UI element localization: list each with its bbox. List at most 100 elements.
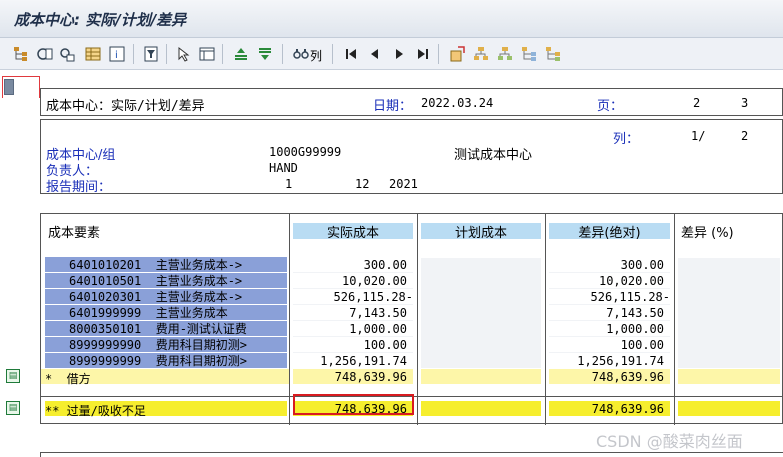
report-title: 成本中心：实际/计划/差异 <box>46 99 205 114</box>
prev-page-icon[interactable] <box>366 45 384 63</box>
sort-up-icon[interactable] <box>232 45 250 63</box>
actual-cost-cell[interactable]: 100.00 <box>293 337 413 352</box>
debit-row-label[interactable]: * 借方 <box>45 370 91 387</box>
total-row-label[interactable]: ** 过量/吸收不足 <box>45 402 146 419</box>
date-value: 2022.03.24 <box>421 96 494 110</box>
table-row-label[interactable]: 6401999999 主营业务成本 <box>45 305 287 320</box>
export-icon[interactable] <box>448 45 466 63</box>
cost-center-value: 1000G99999 <box>269 145 342 159</box>
cost-element-code: 8999999999 <box>69 353 142 368</box>
cost-element-name: 费用科目期初测> <box>155 354 247 368</box>
table-row-label[interactable]: 6401010201 主营业务成本-> <box>45 257 287 272</box>
tree3-icon[interactable] <box>520 45 538 63</box>
columns-icon[interactable] <box>292 45 310 63</box>
actual-cost-cell[interactable]: 7,143.50 <box>293 305 413 320</box>
page-label: 页： <box>597 99 624 114</box>
total-row-bg <box>678 401 780 416</box>
layout-icon[interactable] <box>198 45 216 63</box>
column-divider <box>417 214 418 425</box>
table-row-label[interactable]: 8999999990 费用科目期初测> <box>45 337 287 352</box>
period-label: 报告期间： <box>46 180 112 195</box>
column-divider <box>289 214 290 425</box>
window-title-bar: 成本中心: 实际/计划/差异 <box>0 0 783 38</box>
subtotal-icon[interactable]: ▤ <box>6 369 20 383</box>
hierarchy-icon[interactable] <box>12 45 30 63</box>
cost-element-code: 8999999990 <box>69 337 142 352</box>
drill-icon[interactable] <box>36 45 54 63</box>
highlight-box <box>293 394 414 415</box>
toolbar-separator <box>438 44 439 64</box>
table-row-label[interactable]: 6401020301 主营业务成本-> <box>45 289 287 304</box>
tree2-icon[interactable] <box>496 45 514 63</box>
first-page-icon[interactable] <box>342 45 360 63</box>
columns-total: 2 <box>741 129 749 143</box>
columns-label[interactable]: 列 <box>310 47 322 64</box>
actual-cost-cell[interactable]: 300.00 <box>293 257 413 272</box>
cost-element-code: 6401010201 <box>69 257 142 272</box>
actual-cost-cell[interactable]: 1,256,191.74 <box>293 353 413 368</box>
last-page-icon[interactable] <box>414 45 432 63</box>
window-title: 成本中心: 实际/计划/差异 <box>14 11 187 29</box>
cost-element-name: 费用科目期初测> <box>155 338 247 352</box>
actual-cost-cell[interactable]: 1,000.00 <box>293 321 413 336</box>
columns-current: 1/ <box>691 129 706 143</box>
toolbar: i 列 <box>0 38 783 70</box>
selection-marker[interactable] <box>4 79 14 95</box>
actual-cost-cell[interactable]: 10,020.00 <box>293 273 413 288</box>
table-row-label[interactable]: 6401010501 主营业务成本-> <box>45 273 287 288</box>
variance-cell[interactable]: 526,115.28- <box>549 289 670 304</box>
variance-cell[interactable]: 100.00 <box>549 337 670 352</box>
toolbar-separator <box>166 44 167 64</box>
info-icon[interactable]: i <box>108 45 126 63</box>
tree4-icon[interactable] <box>544 45 562 63</box>
svg-text:i: i <box>115 50 118 61</box>
watermark: CSDN @酸菜肉丝面 <box>596 432 743 451</box>
cost-element-name: 费用-测试认证费 <box>155 322 247 336</box>
cost-element-code: 8000350101 <box>69 321 142 336</box>
variance-cell[interactable]: 300.00 <box>549 257 670 272</box>
variance-pct-band <box>678 258 780 368</box>
total-variance-cell[interactable]: 748,639.96 <box>549 401 670 416</box>
variance-cell[interactable]: 10,020.00 <box>549 273 670 288</box>
filter-icon[interactable] <box>142 45 160 63</box>
column-divider <box>674 214 675 425</box>
column-header-plan[interactable]: 计划成本 <box>421 223 541 241</box>
debit-variance-cell[interactable]: 748,639.96 <box>549 369 670 384</box>
variance-cell[interactable]: 1,000.00 <box>549 321 670 336</box>
toolbar-separator <box>133 44 134 64</box>
plan-column-band <box>421 258 541 368</box>
pointer-icon[interactable] <box>175 45 193 63</box>
table-row-label[interactable]: 8000350101 费用-测试认证费 <box>45 321 287 336</box>
report-header-box: 成本中心：实际/计划/差异 日期： 2022.03.24 页： 2 3 <box>40 88 783 116</box>
period-year: 2021 <box>389 177 418 191</box>
page-current: 2 <box>693 96 701 110</box>
grid-icon[interactable] <box>84 45 102 63</box>
debit-actual-cell[interactable]: 748,639.96 <box>293 369 413 384</box>
column-header-cost-element[interactable]: 成本要素 <box>45 223 287 241</box>
cost-center-desc: 测试成本中心 <box>454 148 533 163</box>
toolbar-separator <box>332 44 333 64</box>
tree1-icon[interactable] <box>472 45 490 63</box>
column-header-variance-abs[interactable]: 差异(绝对) <box>549 223 670 241</box>
owner-value: HAND <box>269 161 298 175</box>
report-meta-box: 列： 1/ 2 成本中心/组 1000G99999 测试成本中心 负责人： HA… <box>40 119 783 195</box>
cost-element-code: 6401999999 <box>69 305 142 320</box>
cost-element-code: 6401010501 <box>69 273 142 288</box>
sort-down-icon[interactable] <box>256 45 274 63</box>
next-page-icon[interactable] <box>390 45 408 63</box>
debit-row-bg <box>421 369 541 384</box>
search-list-icon[interactable] <box>58 45 76 63</box>
actual-cost-cell[interactable]: 526,115.28- <box>293 289 413 304</box>
column-header-actual[interactable]: 实际成本 <box>293 223 413 241</box>
period-from: 1 <box>285 177 293 191</box>
period-to: 12 <box>355 177 370 191</box>
total-icon[interactable]: ▤ <box>6 401 20 415</box>
page-total: 3 <box>741 96 749 110</box>
table-row-label[interactable]: 8999999999 费用科目期初测> <box>45 353 287 368</box>
variance-cell[interactable]: 1,256,191.74 <box>549 353 670 368</box>
debit-row-bg <box>678 369 780 384</box>
total-row-bg <box>421 401 541 416</box>
variance-cell[interactable]: 7,143.50 <box>549 305 670 320</box>
column-header-variance-pct[interactable]: 差异 (%) <box>678 223 780 241</box>
cost-element-code: 6401020301 <box>69 289 142 304</box>
